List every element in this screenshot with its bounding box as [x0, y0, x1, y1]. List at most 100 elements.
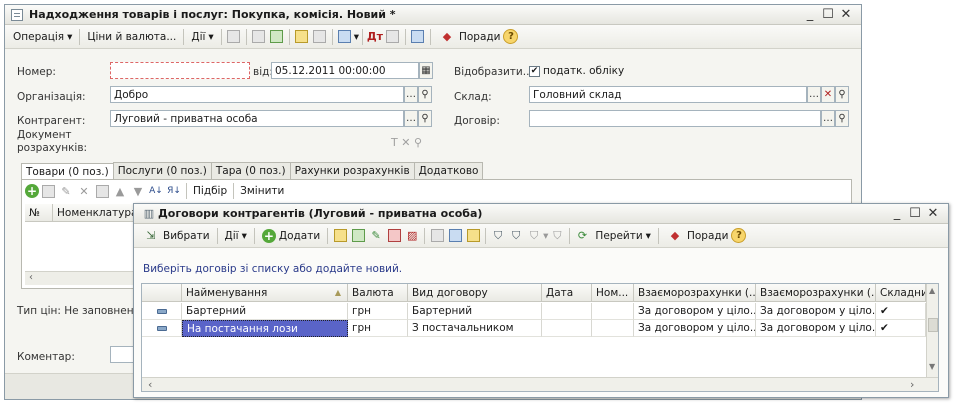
post-icon[interactable] — [226, 29, 242, 45]
edit-row-icon[interactable]: ✎ — [58, 183, 74, 199]
scroll-up-icon[interactable]: ▲ — [929, 286, 935, 295]
dialog-actions-menu-button[interactable]: Дії ▾ — [221, 228, 251, 244]
organization-select-button[interactable]: … — [404, 86, 418, 103]
hierarchy-icon[interactable] — [447, 228, 463, 244]
end-edit-icon[interactable] — [94, 183, 110, 199]
filter-history-icon[interactable]: ⛉ — [526, 228, 542, 244]
number-input[interactable] — [110, 62, 250, 79]
copy-icon[interactable] — [312, 29, 328, 45]
row-currency[interactable]: грн — [348, 303, 408, 320]
move-down-icon[interactable]: ▼ — [130, 183, 146, 199]
help-icon[interactable]: ? — [731, 228, 747, 243]
row-complex[interactable]: ✔ — [876, 320, 926, 337]
column-header-settlements-2[interactable]: Взаєморозрахунки (... — [756, 284, 876, 302]
delete-icon[interactable] — [386, 228, 402, 244]
search-icon[interactable]: ⚲ — [418, 110, 432, 127]
report-icon[interactable] — [385, 29, 401, 45]
actions-menu-button[interactable]: Дії ▾ — [187, 29, 217, 45]
mark-deletion-icon[interactable]: ▨ — [404, 228, 420, 244]
scroll-down-icon[interactable]: ▼ — [929, 362, 935, 371]
dialog-close-button[interactable]: ✕ — [924, 206, 942, 221]
copy-row-icon[interactable] — [40, 183, 56, 199]
parent-folder-icon[interactable] — [465, 228, 481, 244]
add-folder-icon[interactable] — [332, 228, 348, 244]
organization-input[interactable]: Добро — [110, 86, 404, 103]
close-button[interactable]: ✕ — [837, 7, 855, 22]
search-icon[interactable]: ⚲ — [835, 110, 849, 127]
dialog-minimize-button[interactable]: _ — [888, 206, 906, 221]
row-date[interactable] — [542, 320, 592, 337]
copy-icon[interactable] — [350, 228, 366, 244]
print-icon[interactable] — [251, 29, 267, 45]
price-type-label[interactable]: Тип цін: Не заповнено — [17, 305, 140, 317]
column-header-number[interactable]: № — [25, 204, 53, 222]
column-header-name[interactable]: Найменування ▲ — [182, 284, 348, 302]
list-mode-icon[interactable] — [429, 228, 445, 244]
sort-descending-icon[interactable]: Я↓ — [166, 183, 182, 199]
select-button[interactable]: ⇲ Вибрати — [138, 226, 214, 246]
refresh-icon[interactable] — [269, 29, 285, 45]
row-settlements-1[interactable]: За договором у ціло... — [634, 303, 756, 320]
search-icon[interactable]: ⚲ — [414, 136, 422, 149]
filter-icon[interactable]: ⛉ — [490, 228, 506, 244]
clear-filter-icon[interactable]: ⛉ — [549, 228, 565, 244]
row-contract-kind[interactable]: Бартерний — [408, 303, 542, 320]
delete-row-icon[interactable]: ✕ — [76, 183, 92, 199]
calendar-icon[interactable]: ▦ — [419, 62, 433, 79]
contract-select-button[interactable]: … — [821, 110, 835, 127]
row-complex[interactable]: ✔ — [876, 303, 926, 320]
add-row-icon[interactable]: + — [25, 184, 39, 198]
change-button[interactable]: Змінити — [237, 185, 287, 197]
search-icon[interactable]: ⚲ — [835, 86, 849, 103]
column-header-complex[interactable]: Складни — [876, 284, 926, 302]
row-number[interactable] — [592, 320, 634, 337]
minimize-button[interactable]: _ — [801, 7, 819, 22]
dropdown-arrow-icon[interactable]: ▾ — [354, 31, 359, 43]
row-contract-kind[interactable]: З постачальником — [408, 320, 542, 337]
enter-based-icon[interactable] — [337, 29, 353, 45]
date-input[interactable]: 05.12.2011 00:00:00 — [271, 62, 419, 79]
row-name[interactable]: На постачання лози — [182, 320, 348, 337]
subordinate-structure-icon[interactable] — [410, 29, 426, 45]
vertical-scrollbar[interactable]: ▲ ▼ — [926, 284, 938, 377]
clear-icon[interactable]: ✕ — [821, 86, 835, 103]
row-currency[interactable]: грн — [348, 320, 408, 337]
scroll-right-icon[interactable]: › — [910, 378, 914, 391]
row-date[interactable] — [542, 303, 592, 320]
debit-credit-icon[interactable]: Дт — [367, 29, 383, 45]
selection-button[interactable]: Підбір — [190, 185, 230, 197]
refresh-icon[interactable]: ⟳ — [574, 228, 590, 244]
row-settlements-2[interactable]: За договором у ціло... — [756, 320, 876, 337]
table-row[interactable]: На постачання лози грн З постачальником … — [142, 320, 926, 337]
contractor-input[interactable]: Луговий - приватна особа — [110, 110, 404, 127]
scroll-thumb[interactable] — [928, 318, 938, 332]
dialog-maximize-button[interactable]: ☐ — [906, 206, 924, 221]
filter-by-value-icon[interactable]: ⛉ — [508, 228, 524, 244]
column-header-date[interactable]: Дата — [542, 284, 592, 302]
tax-accounting-checkbox[interactable]: ✔ податк. обліку — [529, 65, 624, 77]
column-header-number[interactable]: Ном... — [592, 284, 634, 302]
column-header-contract-kind[interactable]: Вид договору — [408, 284, 542, 302]
maximize-button[interactable]: ☐ — [819, 7, 837, 22]
dialog-tips-button[interactable]: ◆ Поради? — [662, 226, 751, 246]
prices-currency-button[interactable]: Ціни й валюта... — [83, 29, 180, 45]
horizontal-scrollbar[interactable]: ‹ › — [142, 377, 938, 391]
column-header-settlements-1[interactable]: Взаєморозрахунки (... — [634, 284, 756, 302]
row-settlements-2[interactable]: За договором у ціло... — [756, 303, 876, 320]
operation-menu-button[interactable]: Операція ▾ — [9, 29, 76, 45]
add-button[interactable]: + Додати — [258, 227, 324, 245]
table-row[interactable]: Бартерний грн Бартерний За договором у ц… — [142, 303, 926, 320]
warehouse-input[interactable]: Головний склад — [529, 86, 807, 103]
go-menu-button[interactable]: Перейти ▾ — [591, 228, 655, 244]
warehouse-select-button[interactable]: … — [807, 86, 821, 103]
clear-icon[interactable]: ✕ — [401, 136, 410, 149]
search-icon[interactable]: ⚲ — [418, 86, 432, 103]
sort-ascending-icon[interactable]: A↓ — [148, 183, 164, 199]
column-header-currency[interactable]: Валюта — [348, 284, 408, 302]
row-name[interactable]: Бартерний — [182, 303, 348, 320]
contract-input[interactable] — [529, 110, 821, 127]
move-up-icon[interactable]: ▲ — [112, 183, 128, 199]
structure-icon[interactable] — [294, 29, 310, 45]
row-number[interactable] — [592, 303, 634, 320]
contractor-select-button[interactable]: … — [404, 110, 418, 127]
